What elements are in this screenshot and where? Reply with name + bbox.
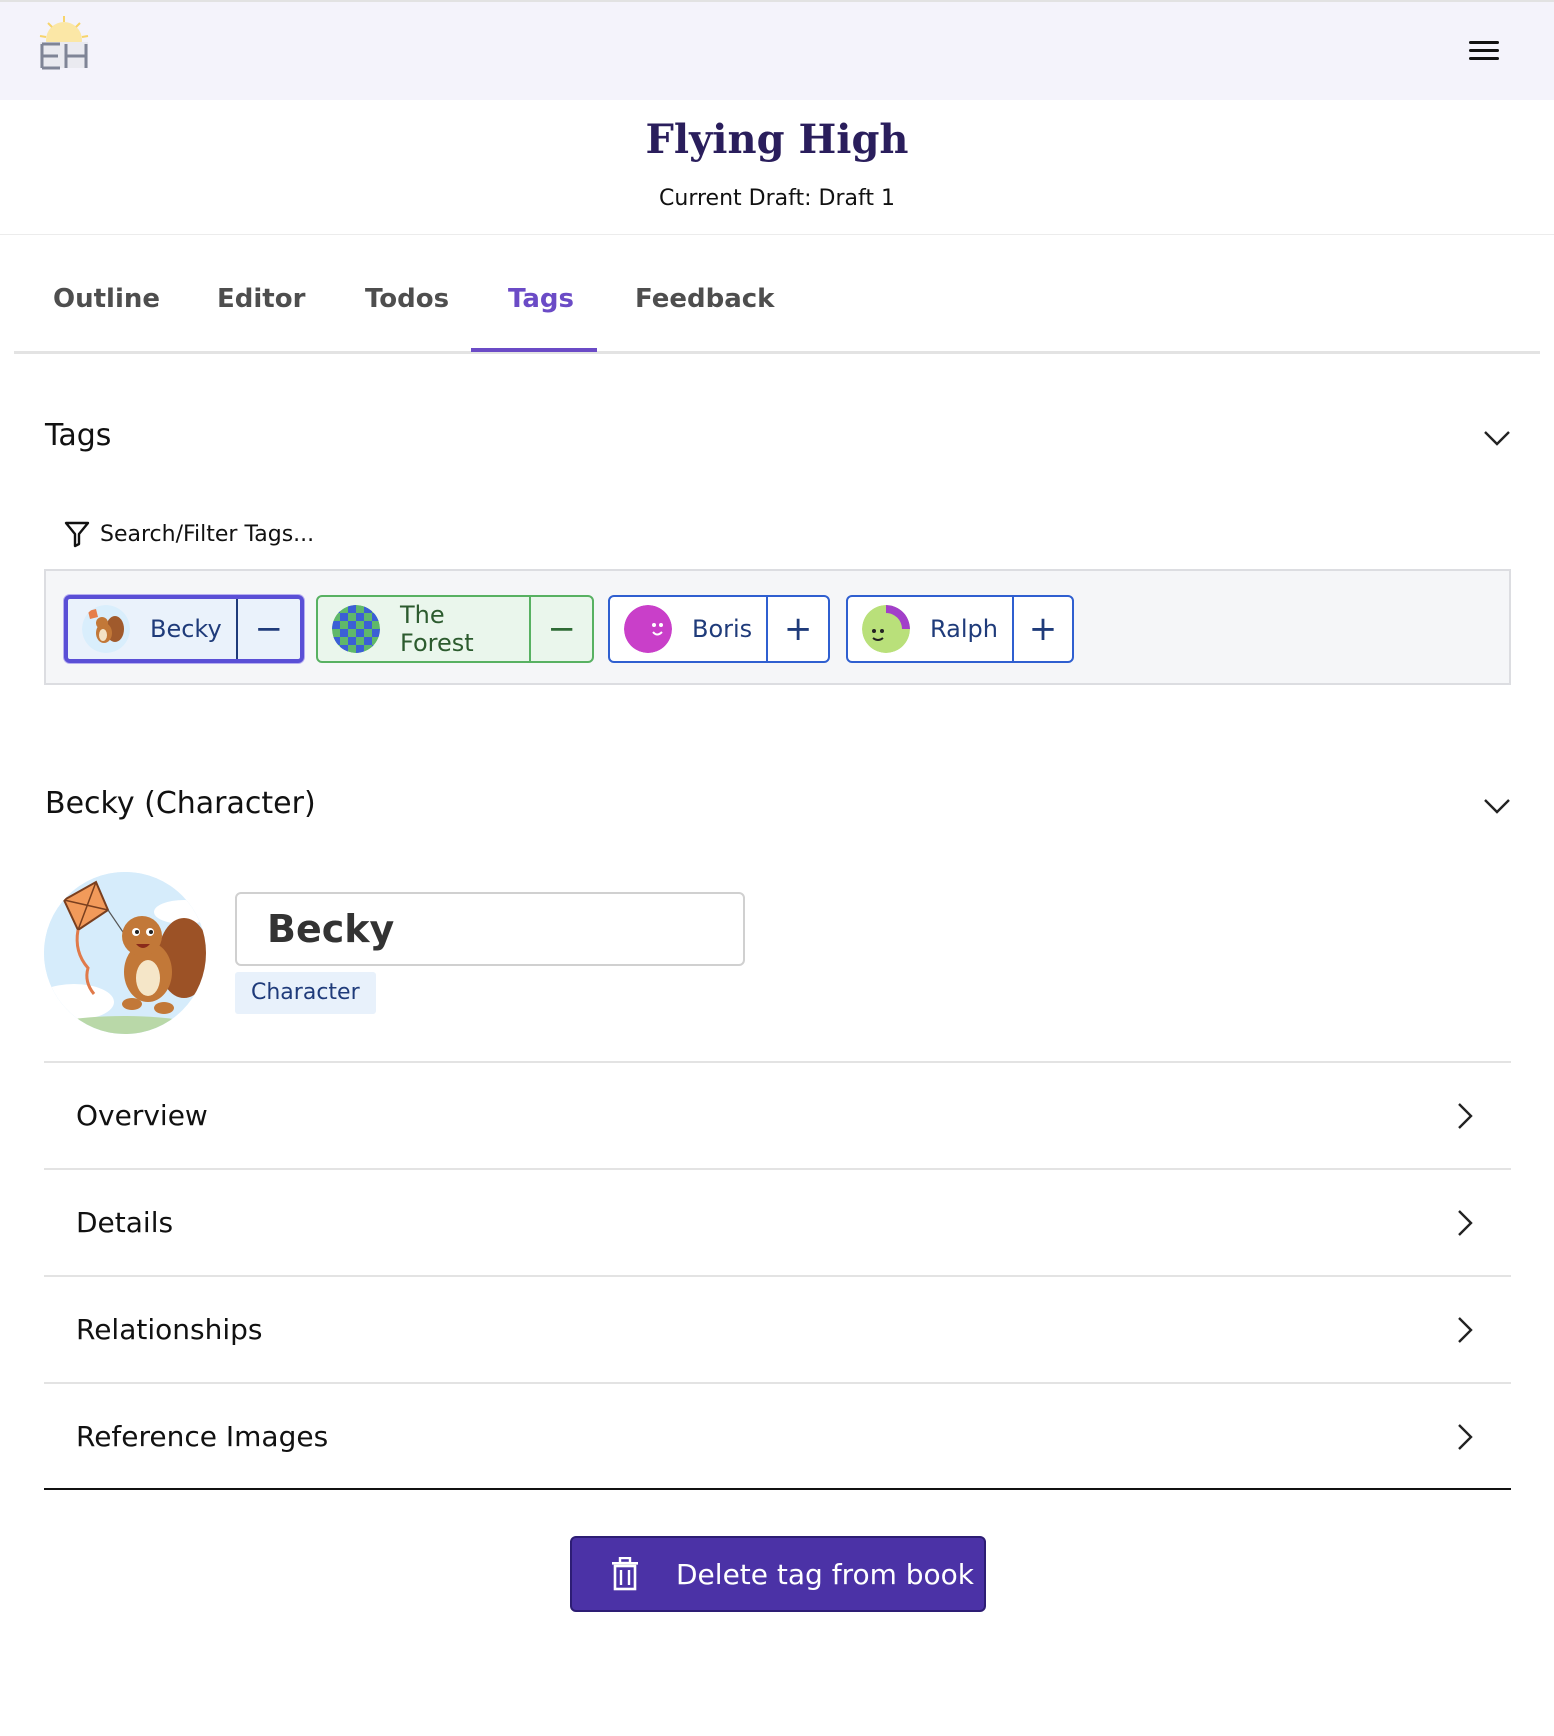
remove-tag-button[interactable]: − [235, 599, 300, 659]
accordion-details[interactable]: Details [44, 1168, 1511, 1275]
tag-chip-the-forest-select[interactable]: The Forest [318, 597, 529, 661]
tag-chip-label: Ralph [930, 615, 998, 643]
tab-feedback[interactable]: Feedback [635, 284, 774, 314]
chevron-right-icon [1458, 1210, 1473, 1236]
delete-tag-label: Delete tag from book [676, 1557, 975, 1591]
tag-filter-search[interactable]: Search/Filter Tags... [64, 520, 314, 548]
divider [0, 234, 1554, 235]
accordion-relationships[interactable]: Relationships [44, 1275, 1511, 1382]
chevron-down-icon[interactable] [1483, 428, 1511, 448]
accordion-label: Relationships [76, 1313, 263, 1346]
add-tag-button[interactable]: + [766, 597, 828, 661]
filter-placeholder: Search/Filter Tags... [100, 521, 315, 547]
chevron-down-icon[interactable] [1483, 796, 1511, 816]
tab-tags[interactable]: Tags [508, 284, 574, 314]
tab-todos[interactable]: Todos [365, 284, 449, 314]
tag-chip-ralph: Ralph + [846, 595, 1074, 663]
accordion-reference-images[interactable]: Reference Images [44, 1382, 1511, 1489]
accordion-label: Details [76, 1206, 174, 1239]
tag-type-badge: Character [235, 972, 376, 1014]
divider [44, 1488, 1511, 1490]
tags-section-title: Tags [45, 418, 112, 453]
squirrel-kite-image-icon [44, 872, 206, 1034]
top-bar [0, 0, 1554, 100]
tag-chip-becky-select[interactable]: Becky [68, 599, 236, 659]
chevron-right-icon [1458, 1103, 1473, 1129]
smiley-avatar-icon [624, 605, 672, 653]
filter-icon [64, 521, 90, 548]
accordion-overview[interactable]: Overview [44, 1061, 1511, 1168]
tag-chip-label: Boris [692, 615, 753, 643]
tab-editor[interactable]: Editor [217, 284, 305, 314]
remove-tag-button[interactable]: − [529, 597, 592, 661]
character-portrait[interactable] [44, 872, 206, 1034]
tag-chip-the-forest: The Forest − [316, 595, 594, 663]
tag-chip-becky: Becky − [64, 595, 304, 663]
tag-name-input[interactable] [235, 892, 745, 966]
tab-bar: Outline Editor Todos Tags Feedback [14, 260, 1540, 354]
squirrel-avatar-icon [82, 605, 130, 653]
smiley-avatar-icon [862, 605, 910, 653]
tag-chip-boris: Boris + [608, 595, 830, 663]
tag-chip-list: Becky − The Forest − Boris + Ralph + [44, 569, 1511, 685]
book-sunrise-logo-icon[interactable] [36, 14, 92, 70]
delete-tag-button[interactable]: Delete tag from book [570, 1536, 986, 1612]
chevron-right-icon [1458, 1424, 1473, 1450]
chevron-right-icon [1458, 1317, 1473, 1343]
tag-chip-label: Becky [150, 615, 222, 643]
accordion-label: Reference Images [76, 1420, 329, 1453]
tag-detail-title: Becky (Character) [45, 786, 316, 821]
tag-chip-ralph-select[interactable]: Ralph [848, 597, 1012, 661]
active-tab-indicator [471, 348, 597, 352]
pixel-pattern-avatar-icon [332, 605, 380, 653]
add-tag-button[interactable]: + [1011, 597, 1072, 661]
accordion-label: Overview [76, 1099, 208, 1132]
book-title: Flying High [645, 116, 909, 163]
tab-outline[interactable]: Outline [53, 284, 160, 314]
current-draft-label: Current Draft: Draft 1 [659, 186, 895, 211]
tag-chip-boris-select[interactable]: Boris [610, 597, 766, 661]
hamburger-menu-icon[interactable] [1466, 36, 1502, 66]
trash-icon [612, 1557, 638, 1591]
tag-chip-label: The Forest [400, 601, 474, 657]
